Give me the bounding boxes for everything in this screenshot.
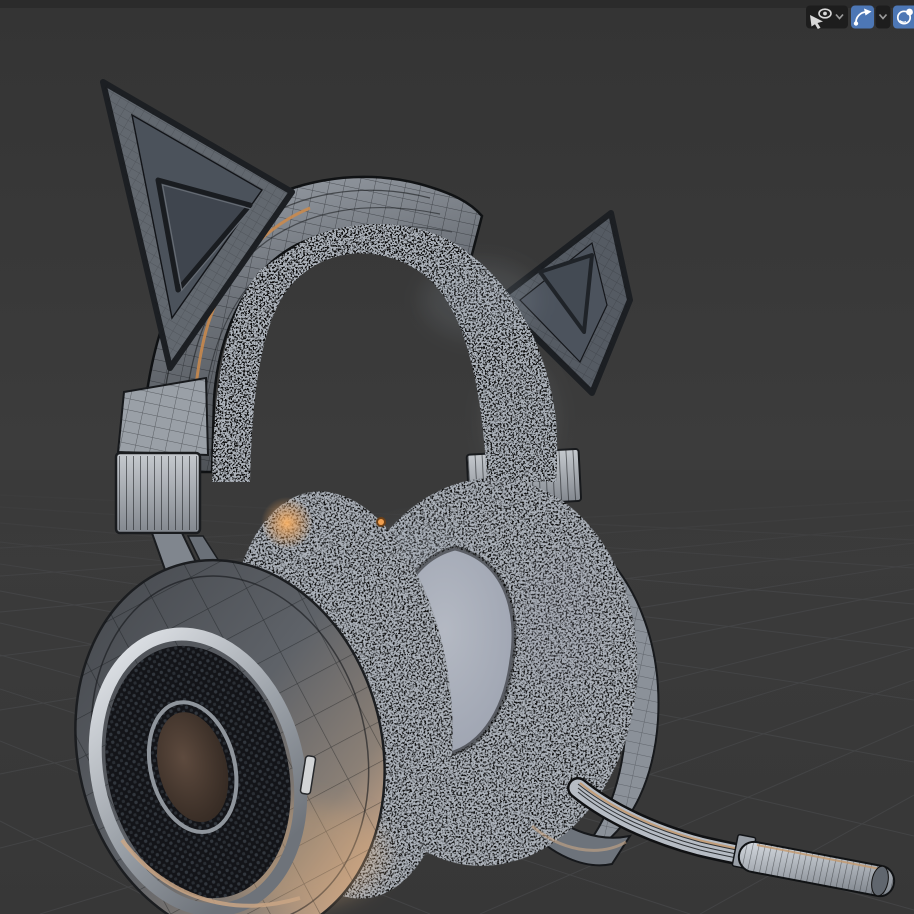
viewport-header-controls [806, 5, 914, 30]
gizmos-dropdown-button[interactable] [875, 5, 891, 29]
blender-viewport[interactable] [0, 0, 914, 914]
cushion-highlight [261, 497, 313, 549]
overlays-toggle-button[interactable] [893, 5, 914, 29]
viewport-top-strip [0, 0, 914, 8]
object-origin-marker[interactable] [376, 517, 386, 527]
gizmos-toggle-button[interactable] [851, 5, 874, 29]
object-visibility-button[interactable] [806, 5, 848, 30]
viewport-canvas[interactable] [0, 0, 914, 914]
